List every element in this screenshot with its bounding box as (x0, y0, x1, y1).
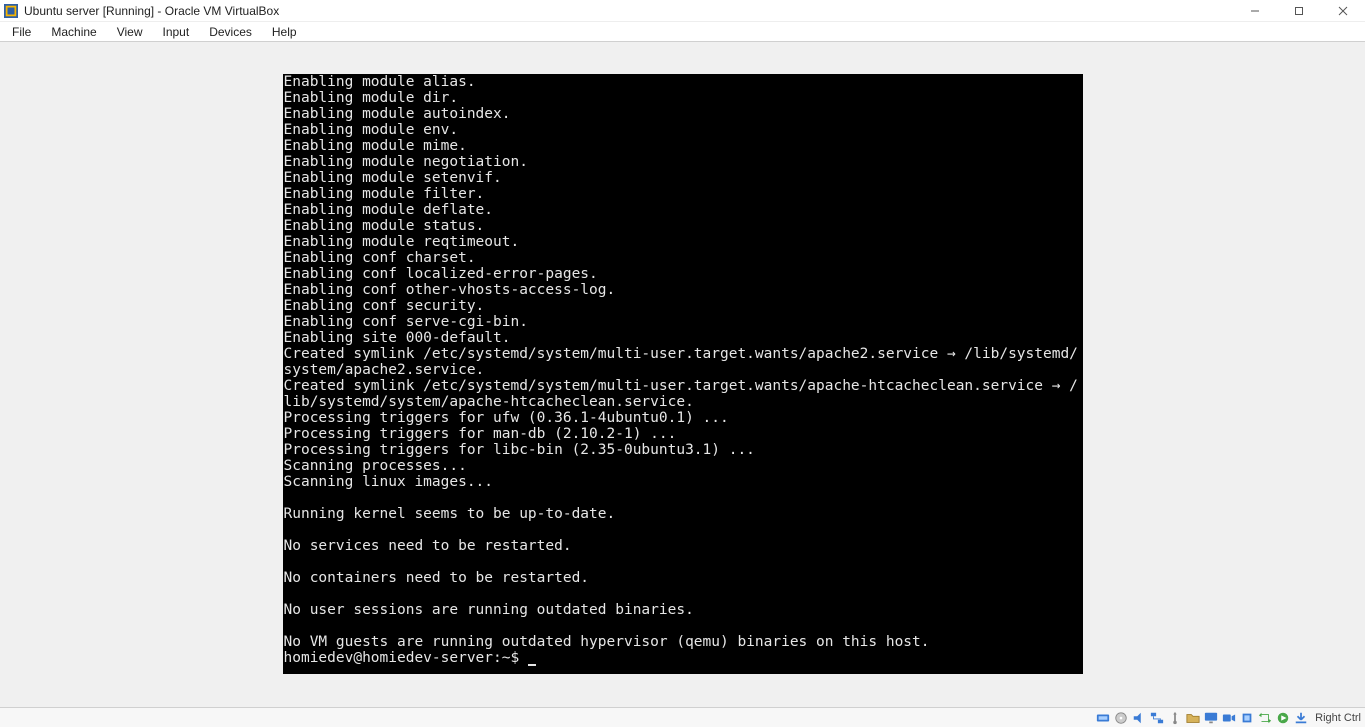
hostkey-indicator-icon[interactable] (1293, 710, 1309, 726)
menu-input[interactable]: Input (153, 23, 200, 41)
vm-console[interactable]: Enabling module alias. Enabling module d… (283, 74, 1083, 674)
virtualbox-app-icon (4, 4, 18, 18)
display-icon[interactable] (1203, 710, 1219, 726)
hard-disk-icon[interactable] (1095, 710, 1111, 726)
close-button[interactable] (1321, 0, 1365, 21)
window-title: Ubuntu server [Running] - Oracle VM Virt… (24, 4, 1233, 18)
cpu-icon[interactable] (1239, 710, 1255, 726)
menubar: File Machine View Input Devices Help (0, 22, 1365, 42)
vm-display-area: Enabling module alias. Enabling module d… (0, 42, 1365, 707)
menu-help[interactable]: Help (262, 23, 307, 41)
window-controls (1233, 0, 1365, 21)
menu-file[interactable]: File (2, 23, 41, 41)
minimize-button[interactable] (1233, 0, 1277, 21)
menu-machine[interactable]: Machine (41, 23, 106, 41)
vm-state-icon[interactable] (1275, 710, 1291, 726)
network-icon[interactable] (1149, 710, 1165, 726)
usb-icon[interactable] (1167, 710, 1183, 726)
menu-devices[interactable]: Devices (199, 23, 262, 41)
capture-icon[interactable] (1257, 710, 1273, 726)
statusbar: Right Ctrl (0, 707, 1365, 727)
titlebar: Ubuntu server [Running] - Oracle VM Virt… (0, 0, 1365, 22)
maximize-button[interactable] (1277, 0, 1321, 21)
recording-icon[interactable] (1221, 710, 1237, 726)
hostkey-label: Right Ctrl (1315, 712, 1361, 724)
optical-disc-icon[interactable] (1113, 710, 1129, 726)
audio-icon[interactable] (1131, 710, 1147, 726)
menu-view[interactable]: View (107, 23, 153, 41)
shared-folders-icon[interactable] (1185, 710, 1201, 726)
